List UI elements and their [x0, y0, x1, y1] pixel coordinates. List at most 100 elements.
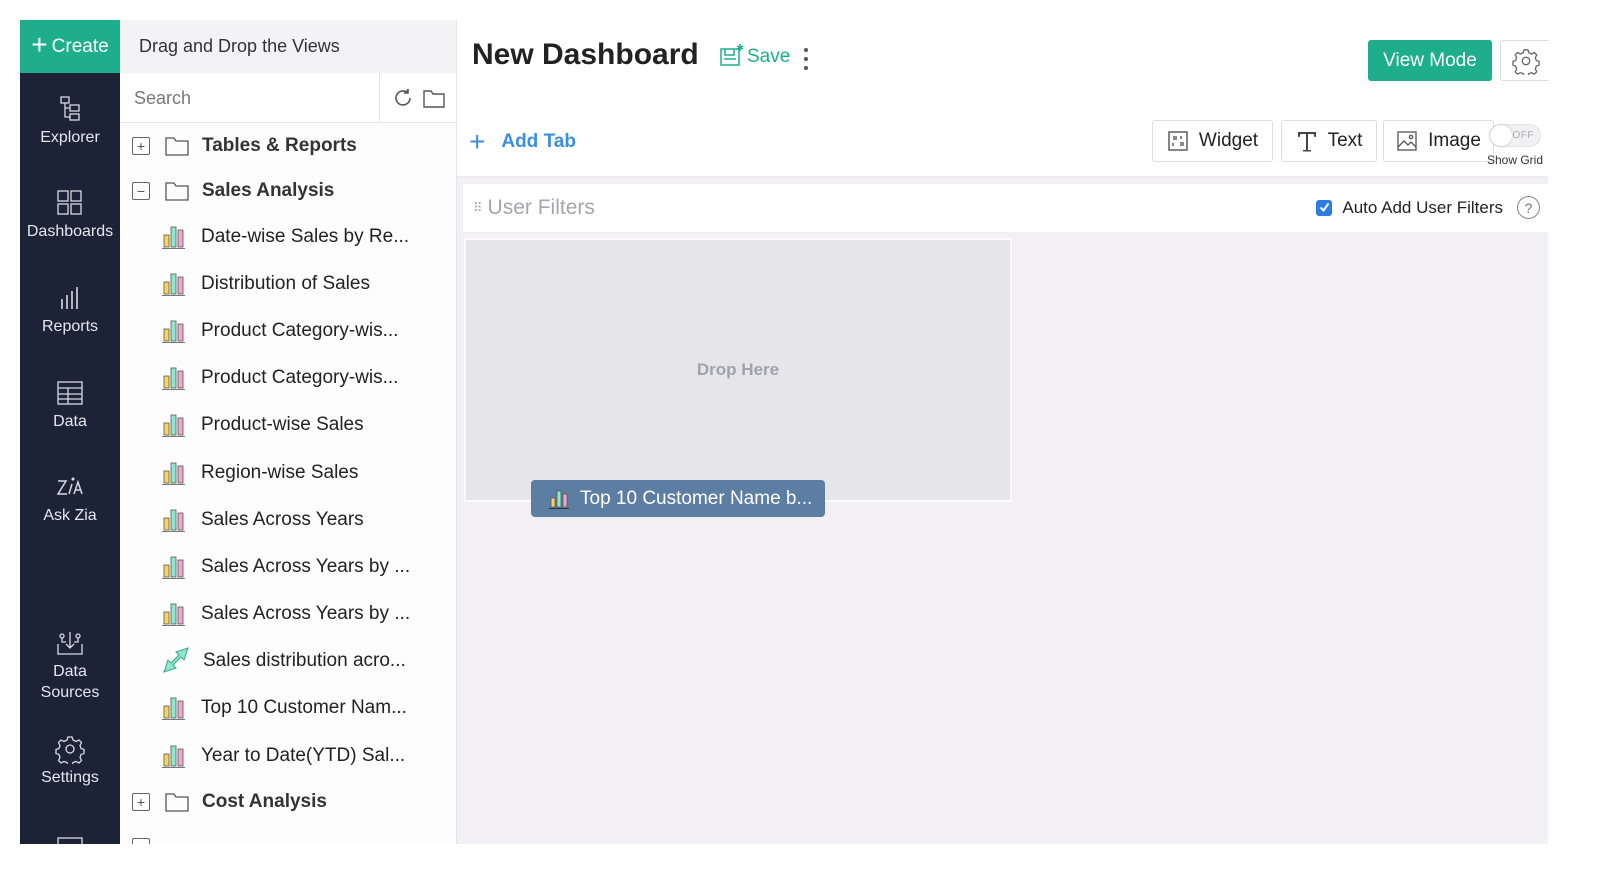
view-item[interactable]: Sales Across Years by ... — [120, 591, 457, 638]
sales-analysis-views: Date-wise Sales by Re... Distribution of … — [120, 213, 457, 779]
rail-item-label: Reports — [41, 318, 99, 335]
add-tab-label: Add Tab — [501, 131, 576, 152]
dashboards-icon — [57, 190, 82, 215]
diagonal-arrow-icon — [163, 647, 189, 674]
dot — [804, 48, 808, 52]
dragged-view-label: Top 10 Customer Name b... — [580, 487, 813, 509]
view-item[interactable]: Distribution of Sales — [120, 260, 457, 307]
add-tab-button[interactable]: + Add Tab — [469, 128, 576, 156]
reports-icon — [61, 287, 78, 309]
bar-chart-icon — [162, 414, 185, 438]
auto-add-filters[interactable]: Auto Add User Filters ? — [1316, 196, 1540, 219]
view-name: Product Category-wis... — [201, 367, 399, 389]
text-icon — [1297, 132, 1316, 152]
explorer-icon — [60, 96, 80, 121]
drag-handle-icon[interactable]: ⠿ — [473, 200, 482, 216]
view-item[interactable]: Product Category-wis... — [120, 307, 457, 354]
rail-item-label: Dashboards — [26, 223, 114, 240]
rail-item-label: Explorer — [40, 129, 100, 146]
views-tree: + Tables & Reports − Sales Analysis Date… — [120, 123, 457, 844]
rail-item-explorer[interactable]: Explorer — [20, 94, 120, 148]
bar-chart-icon — [162, 556, 185, 579]
dashboard-canvas: ⠿ User Filters Auto Add User Filters ? D… — [457, 176, 1548, 844]
data-sources-icon — [57, 632, 83, 655]
panel-tools — [380, 73, 446, 122]
bar-chart-icon — [162, 603, 185, 627]
rail-item-reports[interactable]: Reports — [20, 283, 120, 337]
view-item[interactable]: Product-wise Sales — [120, 402, 457, 449]
help-icon[interactable]: ? — [1517, 196, 1540, 219]
folder-sales-analysis[interactable]: − Sales Analysis — [120, 168, 457, 213]
user-filters-label: User Filters — [487, 196, 595, 219]
add-widget-button[interactable]: Widget — [1152, 120, 1273, 162]
view-item[interactable]: Region-wise Sales — [120, 449, 457, 496]
rail-item-data[interactable]: Data — [20, 378, 120, 432]
dashboard-settings-button[interactable] — [1500, 40, 1548, 81]
expand-icon[interactable]: + — [132, 792, 150, 811]
add-text-button[interactable]: Text — [1281, 120, 1377, 162]
page-title[interactable]: New Dashboard — [472, 38, 699, 72]
refresh-icon[interactable] — [392, 87, 414, 109]
bar-chart-icon — [162, 273, 185, 296]
expand-icon[interactable] — [132, 837, 150, 844]
folder-name: Cost Analysis — [202, 790, 327, 812]
search-icon[interactable] — [366, 88, 367, 108]
views-panel: Drag and Drop the Views + Ta — [120, 20, 457, 844]
widget-icon — [1168, 131, 1188, 151]
folder-icon — [165, 181, 189, 201]
view-name: Year to Date(YTD) Sal... — [201, 744, 406, 766]
view-name: Sales distribution acro... — [203, 650, 406, 672]
nav-rail: + Create Explorer Dashboards Reports Dat… — [20, 20, 120, 844]
view-item[interactable]: Date-wise Sales by Re... — [120, 213, 457, 260]
view-item[interactable]: Sales distribution acro... — [120, 638, 457, 685]
bar-chart-icon — [162, 698, 185, 721]
switch-knob — [1490, 125, 1512, 146]
panel-heading: Drag and Drop the Views — [120, 20, 456, 73]
search-row — [120, 73, 456, 123]
folder-tables-reports[interactable]: + Tables & Reports — [120, 123, 457, 168]
check-icon — [1319, 202, 1330, 213]
rail-item-more[interactable] — [20, 835, 120, 844]
save-label: Save — [747, 46, 791, 67]
zia-icon — [56, 477, 83, 495]
rail-item-settings[interactable]: Settings — [20, 734, 120, 788]
more-options-button[interactable] — [799, 46, 813, 72]
create-button[interactable]: + Create — [20, 20, 120, 73]
rail-item-ask-zia[interactable]: Ask Zia — [20, 472, 120, 526]
show-grid-switch[interactable]: OFF — [1489, 124, 1541, 147]
show-grid-toggle[interactable]: OFF Show Grid — [1485, 124, 1545, 167]
dragged-view[interactable]: Top 10 Customer Name b... — [531, 480, 825, 517]
new-folder-icon[interactable] — [422, 87, 446, 109]
save-icon — [720, 44, 744, 66]
view-item[interactable]: Year to Date(YTD) Sal... — [120, 732, 457, 779]
bar-chart-icon — [549, 490, 569, 509]
dot — [804, 66, 808, 70]
view-item[interactable]: Top 10 Customer Nam... — [120, 685, 457, 732]
view-mode-button[interactable]: View Mode — [1368, 40, 1492, 81]
user-filters-bar: ⠿ User Filters Auto Add User Filters ? — [463, 184, 1548, 232]
view-item[interactable]: Sales Across Years — [120, 496, 457, 543]
image-icon — [1397, 131, 1417, 151]
add-image-button[interactable]: Image — [1383, 120, 1494, 162]
image-label: Image — [1428, 130, 1481, 151]
view-name: Distribution of Sales — [201, 272, 370, 294]
app-window: + Create Explorer Dashboards Reports Dat… — [20, 20, 1548, 844]
auto-add-filters-checkbox[interactable] — [1316, 199, 1333, 216]
rail-item-dashboards[interactable]: Dashboards — [20, 188, 120, 242]
save-button[interactable]: Save — [719, 42, 790, 68]
folder-icon — [165, 136, 189, 156]
plus-icon: + — [469, 126, 486, 157]
view-item[interactable]: Sales Across Years by ... — [120, 543, 457, 590]
view-name: Sales Across Years — [201, 508, 364, 530]
drop-zone[interactable]: Drop Here — [464, 238, 1012, 502]
view-item[interactable]: Product Category-wis... — [120, 355, 457, 402]
dashboard-editor: New Dashboard Save View Mode + Add Tab W… — [457, 20, 1548, 844]
drop-here-label: Drop Here — [696, 360, 780, 379]
search-input[interactable] — [134, 87, 366, 109]
folder-cost-analysis[interactable]: + Cost Analysis — [120, 779, 457, 824]
search-box — [120, 73, 380, 123]
rail-item-data-sources[interactable]: Data Sources — [20, 628, 120, 703]
expand-icon[interactable]: + — [132, 136, 150, 155]
collapse-icon[interactable]: − — [132, 181, 150, 200]
folder-partial[interactable] — [120, 824, 457, 844]
